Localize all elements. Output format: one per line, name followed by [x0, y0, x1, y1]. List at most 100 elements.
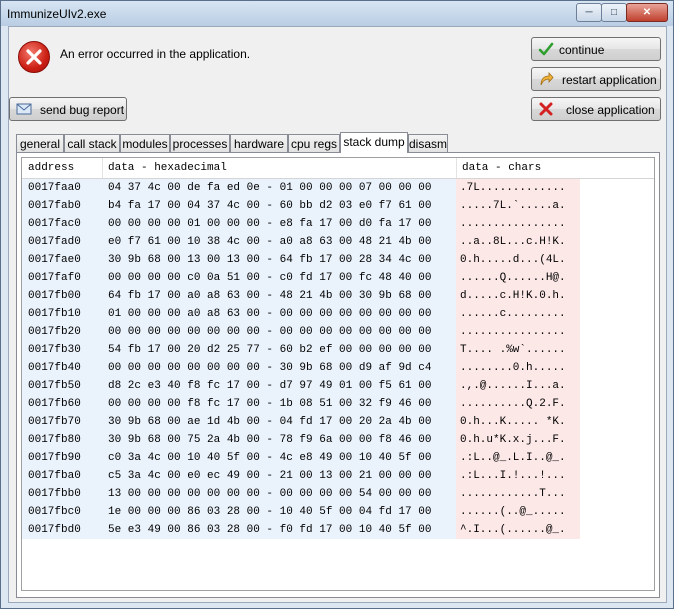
cell-address: 0017fb50 [22, 377, 102, 395]
cell-chars: .:L...I.!...!... [456, 467, 580, 485]
cell-chars: 0.h.u*K.x.j...F. [456, 431, 580, 449]
dialog-body: An error occurred in the application. co… [8, 26, 667, 603]
tab-cpu-regs[interactable]: cpu regs [288, 134, 340, 152]
maximize-button[interactable]: □ [601, 3, 627, 22]
table-row[interactable]: 0017fad0 e0 f7 61 00 10 38 4c 00 - a0 a8 … [22, 233, 654, 251]
cell-chars: d.....c.H!K.0.h. [456, 287, 580, 305]
cell-address: 0017fbb0 [22, 485, 102, 503]
cell-chars: 0.h...K..... *K. [456, 413, 580, 431]
cell-hex: 1e 00 00 00 86 03 28 00 - 10 40 5f 00 04… [102, 503, 456, 521]
window-title: ImmunizeUIv2.exe [7, 7, 107, 21]
table-row[interactable]: 0017fb80 30 9b 68 00 75 2a 4b 00 - 78 f9 … [22, 431, 654, 449]
table-header: address data - hexadecimal data - chars [22, 158, 654, 179]
table-row[interactable]: 0017fbb0 13 00 00 00 00 00 00 00 - 00 00 … [22, 485, 654, 503]
table-row[interactable]: 0017fab0 b4 fa 17 00 04 37 4c 00 - 60 bb … [22, 197, 654, 215]
cell-address: 0017fab0 [22, 197, 102, 215]
table-row[interactable]: 0017fac0 00 00 00 00 01 00 00 00 - e8 fa … [22, 215, 654, 233]
send-bug-report-label: send bug report [40, 103, 125, 117]
cell-hex: 00 00 00 00 00 00 00 00 - 30 9b 68 00 d9… [102, 359, 456, 377]
cell-hex: c0 3a 4c 00 10 40 5f 00 - 4c e8 49 00 10… [102, 449, 456, 467]
cell-hex: 30 9b 68 00 75 2a 4b 00 - 78 f9 6a 00 00… [102, 431, 456, 449]
tab-stack-dump[interactable]: stack dump [340, 132, 408, 153]
cell-chars: ..a..8L...c.H!K. [456, 233, 580, 251]
cell-hex: 01 00 00 00 a0 a8 63 00 - 00 00 00 00 00… [102, 305, 456, 323]
column-header-address[interactable]: address [28, 162, 74, 174]
tab-modules[interactable]: modules [120, 134, 170, 152]
checkmark-icon [538, 42, 554, 56]
send-bug-report-button[interactable]: send bug report [9, 97, 127, 121]
cell-chars: T.... .%w`...... [456, 341, 580, 359]
close-application-button[interactable]: close application [531, 97, 661, 121]
stack-dump-table[interactable]: address data - hexadecimal data - chars … [21, 157, 655, 591]
cell-chars: .:L..@_.L.I..@_. [456, 449, 580, 467]
error-message: An error occurred in the application. [60, 47, 251, 61]
column-header-chars[interactable]: data - chars [462, 162, 541, 174]
cell-address: 0017fb90 [22, 449, 102, 467]
table-row[interactable]: 0017fbd0 5e e3 49 00 86 03 28 00 - f0 fd … [22, 521, 654, 539]
table-row[interactable]: 0017fb00 64 fb 17 00 a0 a8 63 00 - 48 21 … [22, 287, 654, 305]
cell-hex: c5 3a 4c 00 e0 ec 49 00 - 21 00 13 00 21… [102, 467, 456, 485]
cell-address: 0017fb40 [22, 359, 102, 377]
cell-address: 0017fb30 [22, 341, 102, 359]
restart-application-button[interactable]: restart application [531, 67, 661, 91]
close-window-button[interactable]: ✕ [626, 3, 668, 22]
cell-address: 0017fb70 [22, 413, 102, 431]
cell-hex: 00 00 00 00 00 00 00 00 - 00 00 00 00 00… [102, 323, 456, 341]
table-row[interactable]: 0017fbc0 1e 00 00 00 86 03 28 00 - 10 40 … [22, 503, 654, 521]
table-row[interactable]: 0017fb60 00 00 00 00 f8 fc 17 00 - 1b 08 … [22, 395, 654, 413]
cell-hex: 00 00 00 00 01 00 00 00 - e8 fa 17 00 d0… [102, 215, 456, 233]
table-row[interactable]: 0017fb50 d8 2c e3 40 f8 fc 17 00 - d7 97 … [22, 377, 654, 395]
cell-hex: b4 fa 17 00 04 37 4c 00 - 60 bb d2 03 e0… [102, 197, 456, 215]
error-icon [18, 41, 50, 73]
tab-processes[interactable]: processes [170, 134, 230, 152]
table-row[interactable]: 0017fb70 30 9b 68 00 ae 1d 4b 00 - 04 fd … [22, 413, 654, 431]
table-row[interactable]: 0017fb40 00 00 00 00 00 00 00 00 - 30 9b … [22, 359, 654, 377]
cell-address: 0017fb10 [22, 305, 102, 323]
title-bar[interactable]: ImmunizeUIv2.exe ─ □ ✕ [1, 1, 673, 26]
cell-chars: 0.h.....d...(4L. [456, 251, 580, 269]
app-window: ImmunizeUIv2.exe ─ □ ✕ An error occurred… [0, 0, 674, 609]
column-divider [456, 158, 457, 178]
cell-chars: ..........Q.2.F. [456, 395, 580, 413]
table-row[interactable]: 0017fb10 01 00 00 00 a0 a8 63 00 - 00 00 … [22, 305, 654, 323]
cell-address: 0017fb20 [22, 323, 102, 341]
cell-chars: ................ [456, 215, 580, 233]
cell-chars: .7L............. [456, 179, 580, 197]
cell-hex: 54 fb 17 00 20 d2 25 77 - 60 b2 ef 00 00… [102, 341, 456, 359]
continue-application-button[interactable]: continue application [531, 37, 661, 81]
cell-address: 0017faf0 [22, 269, 102, 287]
tab-call-stack[interactable]: call stack [64, 134, 120, 152]
close-application-label: close application [566, 103, 655, 117]
cell-hex: 30 9b 68 00 ae 1d 4b 00 - 04 fd 17 00 20… [102, 413, 456, 431]
tab-general[interactable]: general [16, 134, 64, 152]
table-row[interactable]: 0017faa0 04 37 4c 00 de fa ed 0e - 01 00 … [22, 179, 654, 197]
table-row[interactable]: 0017fae0 30 9b 68 00 13 00 13 00 - 64 fb … [22, 251, 654, 269]
cell-hex: 00 00 00 00 f8 fc 17 00 - 1b 08 51 00 32… [102, 395, 456, 413]
tab-disasm[interactable]: disasm [408, 134, 448, 152]
table-row[interactable]: 0017fb30 54 fb 17 00 20 d2 25 77 - 60 b2 … [22, 341, 654, 359]
table-row[interactable]: 0017fba0 c5 3a 4c 00 e0 ec 49 00 - 21 00 … [22, 467, 654, 485]
table-body: 0017faa0 04 37 4c 00 de fa ed 0e - 01 00 … [22, 179, 654, 539]
cell-chars: ............T... [456, 485, 580, 503]
envelope-icon [16, 103, 32, 115]
restart-application-label: restart application [562, 73, 657, 87]
cell-chars: ........0.h..... [456, 359, 580, 377]
table-row[interactable]: 0017faf0 00 00 00 00 c0 0a 51 00 - c0 fd … [22, 269, 654, 287]
cell-chars: ^.I...(......@_. [456, 521, 580, 539]
table-row[interactable]: 0017fb90 c0 3a 4c 00 10 40 5f 00 - 4c e8 … [22, 449, 654, 467]
column-header-hex[interactable]: data - hexadecimal [108, 162, 227, 174]
cell-chars: ......Q......H@. [456, 269, 580, 287]
minimize-button[interactable]: ─ [576, 3, 602, 22]
red-x-icon [539, 102, 553, 116]
cell-address: 0017fae0 [22, 251, 102, 269]
cell-address: 0017fb00 [22, 287, 102, 305]
cell-hex: 64 fb 17 00 a0 a8 63 00 - 48 21 4b 00 30… [102, 287, 456, 305]
column-divider [102, 158, 103, 178]
cell-chars: ......(..@_..... [456, 503, 580, 521]
cell-address: 0017fb60 [22, 395, 102, 413]
cell-hex: 04 37 4c 00 de fa ed 0e - 01 00 00 00 07… [102, 179, 456, 197]
table-row[interactable]: 0017fb20 00 00 00 00 00 00 00 00 - 00 00 … [22, 323, 654, 341]
tab-hardware[interactable]: hardware [230, 134, 288, 152]
cell-hex: 13 00 00 00 00 00 00 00 - 00 00 00 00 54… [102, 485, 456, 503]
cell-chars: .....7L.`.....a. [456, 197, 580, 215]
